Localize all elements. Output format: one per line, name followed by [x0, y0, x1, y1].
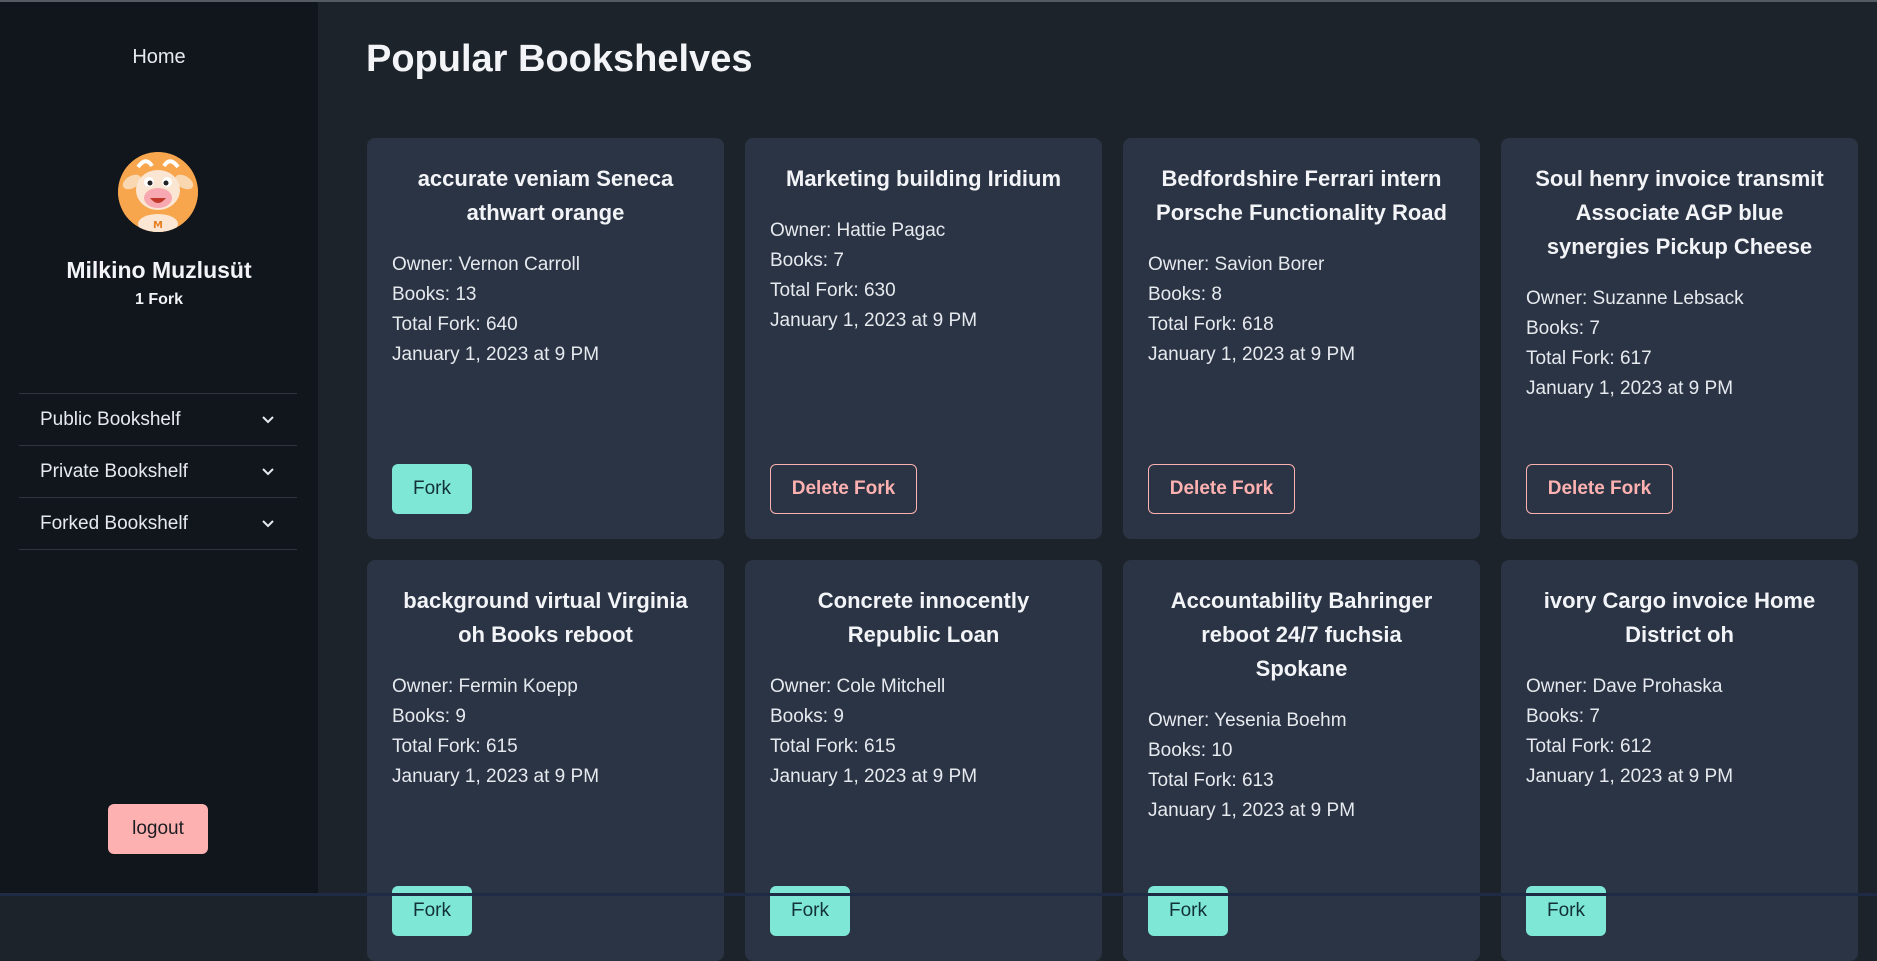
bookshelf-card: background virtual Virginia oh Books reb… [367, 560, 724, 961]
logout-button[interactable]: logout [108, 804, 208, 854]
bookshelf-title[interactable]: Soul henry invoice transmit Associate AG… [1531, 162, 1828, 264]
bookshelf-total-fork: Total Fork: 618 [1148, 314, 1274, 335]
bookshelf-title[interactable]: Marketing building Iridium [775, 162, 1072, 196]
bookshelf-title[interactable]: ivory Cargo invoice Home District oh [1531, 584, 1828, 652]
sidebar: Home M Milkino Muzlusüt 1 Fork Public Bo… [0, 2, 318, 893]
bookshelf-card: Bedfordshire Ferrari intern Porsche Func… [1123, 138, 1480, 539]
svg-text:M: M [153, 220, 163, 231]
menu-item-private-bookshelf[interactable]: Private Bookshelf [19, 446, 297, 498]
bookshelf-title[interactable]: Accountability Bahringer reboot 24/7 fuc… [1153, 584, 1450, 686]
bookshelf-date: January 1, 2023 at 9 PM [770, 310, 978, 331]
bookshelf-date: January 1, 2023 at 9 PM [770, 766, 978, 787]
bookshelf-total-fork: Total Fork: 630 [770, 280, 896, 301]
bookshelf-total-fork: Total Fork: 615 [392, 736, 518, 757]
bookshelf-book-count: Books: 9 [770, 706, 844, 727]
bookshelf-title[interactable]: Concrete innocently Republic Loan [775, 584, 1072, 652]
menu-item-label: Private Bookshelf [40, 460, 188, 482]
delete-fork-button[interactable]: Delete Fork [1526, 464, 1673, 514]
chevron-down-icon [261, 517, 275, 531]
bookshelf-grid: accurate veniam Seneca athwart orange Ow… [367, 138, 1858, 961]
menu-item-label: Forked Bookshelf [40, 512, 188, 534]
bookshelf-date: January 1, 2023 at 9 PM [1148, 800, 1356, 821]
bookshelf-owner: Owner: Vernon Carroll [392, 254, 580, 275]
bookshelf-owner: Owner: Yesenia Boehm [1148, 710, 1347, 731]
bookshelf-owner: Owner: Fermin Koepp [392, 676, 578, 697]
bookshelf-book-count: Books: 10 [1148, 740, 1233, 761]
bookshelf-book-count: Books: 7 [1526, 318, 1600, 339]
bookshelf-total-fork: Total Fork: 617 [1526, 348, 1652, 369]
menu-item-public-bookshelf[interactable]: Public Bookshelf [19, 394, 297, 446]
delete-fork-button[interactable]: Delete Fork [1148, 464, 1295, 514]
home-link[interactable]: Home [0, 46, 318, 69]
menu-item-forked-bookshelf[interactable]: Forked Bookshelf [19, 498, 297, 550]
bookshelf-date: January 1, 2023 at 9 PM [1526, 766, 1734, 787]
bookshelf-title[interactable]: Bedfordshire Ferrari intern Porsche Func… [1153, 162, 1450, 230]
bookshelf-title[interactable]: background virtual Virginia oh Books reb… [397, 584, 694, 652]
bookshelf-owner: Owner: Dave Prohaska [1526, 676, 1723, 697]
user-fork-count: 1 Fork [134, 291, 183, 308]
page-title: Popular Bookshelves [366, 38, 753, 80]
delete-fork-button[interactable]: Delete Fork [770, 464, 917, 514]
avatar: M [118, 152, 198, 232]
bookshelf-owner: Owner: Cole Mitchell [770, 676, 946, 697]
bookshelf-date: January 1, 2023 at 9 PM [392, 766, 600, 787]
bookshelf-title[interactable]: accurate veniam Seneca athwart orange [397, 162, 694, 230]
bookshelf-card: accurate veniam Seneca athwart orange Ow… [367, 138, 724, 539]
bookshelf-book-count: Books: 7 [770, 250, 844, 271]
bookshelf-card: ivory Cargo invoice Home District oh Own… [1501, 560, 1858, 961]
bookshelf-owner: Owner: Savion Borer [1148, 254, 1325, 275]
menu-item-label: Public Bookshelf [40, 408, 181, 430]
bookshelf-book-count: Books: 13 [392, 284, 477, 305]
cow-mascot-icon: M [118, 152, 198, 232]
bookshelf-date: January 1, 2023 at 9 PM [1148, 344, 1356, 365]
bookshelf-date: January 1, 2023 at 9 PM [392, 344, 600, 365]
bookshelf-card: Concrete innocently Republic Loan Owner:… [745, 560, 1102, 961]
chevron-down-icon [261, 465, 275, 479]
bookshelf-owner: Owner: Suzanne Lebsack [1526, 288, 1744, 309]
chevron-down-icon [261, 413, 275, 427]
bookshelf-date: January 1, 2023 at 9 PM [1526, 378, 1734, 399]
bookshelf-total-fork: Total Fork: 640 [392, 314, 518, 335]
bookshelf-book-count: Books: 7 [1526, 706, 1600, 727]
bookshelf-total-fork: Total Fork: 613 [1148, 770, 1274, 791]
bookshelf-owner: Owner: Hattie Pagac [770, 220, 946, 241]
user-name: Milkino Muzlusüt [66, 257, 252, 283]
bookshelf-card: Accountability Bahringer reboot 24/7 fuc… [1123, 560, 1480, 961]
bookshelf-book-count: Books: 8 [1148, 284, 1222, 305]
bookshelf-card: Soul henry invoice transmit Associate AG… [1501, 138, 1858, 539]
bookshelf-menu: Public Bookshelf Private Bookshelf Forke… [19, 393, 297, 550]
fork-button[interactable]: Fork [392, 464, 472, 514]
bookshelf-book-count: Books: 9 [392, 706, 466, 727]
bookshelf-card: Marketing building Iridium Owner: Hattie… [745, 138, 1102, 539]
bookshelf-total-fork: Total Fork: 612 [1526, 736, 1652, 757]
bookshelf-total-fork: Total Fork: 615 [770, 736, 896, 757]
